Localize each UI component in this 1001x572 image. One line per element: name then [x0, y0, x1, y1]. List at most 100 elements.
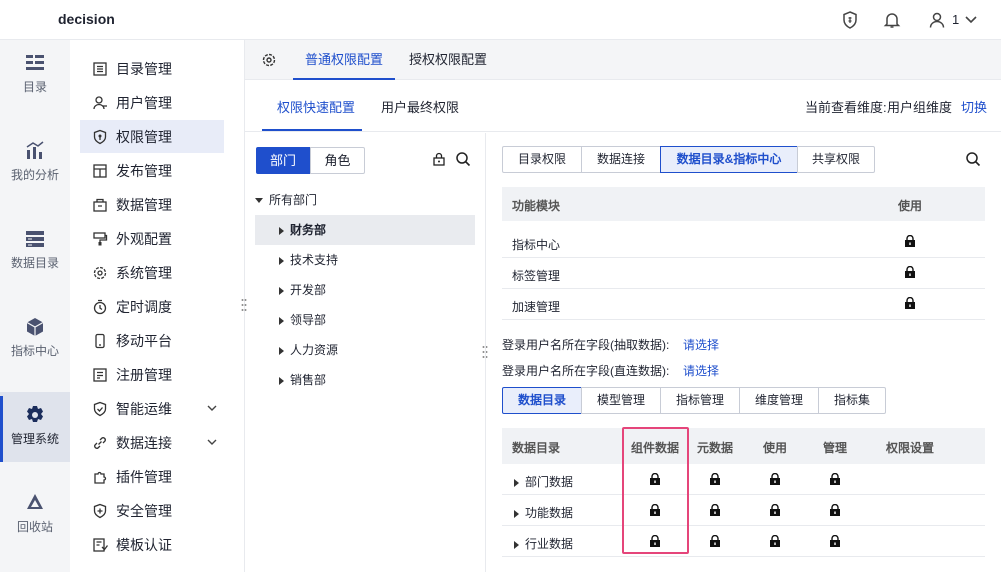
lock-icon[interactable]: [829, 473, 841, 485]
rail-label: 目录: [22, 80, 47, 94]
tree-item-leadership[interactable]: 领导部: [255, 305, 475, 335]
user-label[interactable]: 1: [952, 12, 959, 27]
rail-item-data-catalog[interactable]: 数据目录: [0, 216, 70, 286]
tree-label: 技术支持: [290, 253, 339, 267]
tree-label: 开发部: [290, 283, 327, 297]
tree-item-sales[interactable]: 销售部: [255, 365, 475, 395]
lock-icon[interactable]: [904, 266, 916, 278]
lock-icon[interactable]: [829, 535, 841, 547]
expand-row[interactable]: 部门数据: [514, 473, 573, 490]
menu-item-data[interactable]: 数据管理: [80, 188, 224, 221]
tree-root[interactable]: 所有部门: [255, 185, 475, 215]
tree-item-tech-support[interactable]: 技术支持: [255, 245, 475, 275]
chevron-down-icon[interactable]: [964, 14, 978, 26]
lock-icon[interactable]: [709, 473, 721, 485]
column-highlight-box: [622, 427, 689, 554]
rail-item-catalog[interactable]: 目录: [0, 40, 70, 110]
table-row: 指标中心: [502, 227, 985, 258]
gear-icon: [92, 265, 108, 281]
menu-item-label: 插件管理: [116, 468, 172, 485]
tab-authorization-permission[interactable]: 授权权限配置: [409, 40, 487, 80]
lock-icon[interactable]: [904, 297, 916, 309]
rail-label: 管理系统: [10, 432, 59, 446]
menu-item-template-cert[interactable]: 模板认证: [80, 528, 224, 561]
menu-item-label: 权限管理: [116, 128, 172, 145]
lock-icon[interactable]: [709, 504, 721, 516]
menu-item-register[interactable]: 注册管理: [80, 358, 224, 391]
tab-quick-config[interactable]: 权限快速配置: [277, 97, 355, 116]
rail-label: 回收站: [16, 520, 53, 534]
menu-item-schedule[interactable]: 定时调度: [80, 290, 224, 323]
tree-item-hr[interactable]: 人力资源: [255, 335, 475, 365]
tab-connection-permission[interactable]: 数据连接: [581, 146, 661, 173]
lock-icon[interactable]: [829, 504, 841, 516]
menu-item-catalog[interactable]: 目录管理: [80, 52, 224, 85]
menu-item-appearance[interactable]: 外观配置: [80, 222, 224, 255]
table-row[interactable]: 行业数据: [502, 526, 985, 557]
document-icon: [92, 61, 108, 77]
module-name: 加速管理: [512, 300, 561, 314]
shield-icon[interactable]: [840, 10, 860, 30]
subtab-dimension[interactable]: 维度管理: [739, 387, 819, 414]
gear-icon: [24, 404, 46, 426]
menu-item-security[interactable]: 安全管理: [80, 494, 224, 527]
rail-item-analysis[interactable]: 我的分析: [0, 128, 70, 198]
menu-item-label: 安全管理: [116, 502, 172, 519]
select-direct-field-link[interactable]: 请选择: [683, 362, 719, 379]
rail-active-indicator: [0, 396, 3, 462]
chevron-down-icon: [206, 436, 218, 448]
subtab-metric-set[interactable]: 指标集: [818, 387, 886, 414]
menu-item-ops[interactable]: 智能运维: [80, 392, 224, 425]
column-header: 数据目录: [512, 441, 561, 455]
expand-row[interactable]: 功能数据: [514, 504, 573, 521]
table-row[interactable]: 功能数据: [502, 495, 985, 526]
lock-icon[interactable]: [769, 473, 781, 485]
module-name: 标签管理: [512, 269, 561, 283]
expand-row[interactable]: 行业数据: [514, 535, 573, 552]
settings-icon[interactable]: [261, 52, 277, 68]
select-extract-field-link[interactable]: 请选择: [683, 336, 719, 353]
lock-icon[interactable]: [709, 535, 721, 547]
lock-icon[interactable]: [769, 504, 781, 516]
catalog-table-header: 数据目录 组件数据 元数据 使用 管理 权限设置: [502, 428, 985, 464]
box-icon: [92, 197, 108, 213]
tab-share-permission[interactable]: 共享权限: [797, 146, 875, 173]
search-icon[interactable]: [965, 151, 981, 167]
tab-data-catalog-metrics[interactable]: 数据目录&指标中心: [660, 146, 798, 173]
user-icon: [92, 95, 108, 111]
search-icon[interactable]: [455, 151, 471, 167]
subtab-model[interactable]: 模型管理: [581, 387, 661, 414]
rail-item-metrics[interactable]: 指标中心: [0, 304, 70, 374]
menu-item-label: 模板认证: [116, 536, 172, 553]
subtab-metric[interactable]: 指标管理: [660, 387, 740, 414]
menu-item-connections[interactable]: 数据连接: [80, 426, 224, 459]
column-header: 使用: [763, 441, 788, 455]
tree-item-finance[interactable]: 财务部: [255, 215, 475, 245]
rail-item-system[interactable]: 管理系统: [0, 392, 70, 462]
rail-label: 数据目录: [10, 256, 59, 270]
tab-catalog-permission[interactable]: 目录权限: [502, 146, 582, 173]
tab-normal-permission[interactable]: 普通权限配置: [293, 40, 395, 80]
rail-item-recycle[interactable]: 回收站: [0, 480, 70, 550]
table-row[interactable]: 部门数据: [502, 464, 985, 495]
menu-item-system[interactable]: 系统管理: [80, 256, 224, 289]
menu-item-mobile[interactable]: 移动平台: [80, 324, 224, 357]
user-icon[interactable]: [927, 10, 947, 30]
segment-role[interactable]: 角色: [310, 147, 365, 174]
tree-item-dev[interactable]: 开发部: [255, 275, 475, 305]
tab-final-permission[interactable]: 用户最终权限: [381, 97, 459, 116]
subtab-data-catalog[interactable]: 数据目录: [502, 387, 582, 414]
database-icon: [24, 228, 46, 250]
table-row: 标签管理: [502, 258, 985, 289]
login-field-direct-label: 登录用户名所在字段(直连数据):: [502, 364, 670, 378]
menu-item-permissions[interactable]: 权限管理: [80, 120, 224, 153]
switch-link[interactable]: 切换: [961, 97, 987, 116]
lock-icon[interactable]: [432, 152, 446, 166]
lock-icon[interactable]: [769, 535, 781, 547]
lock-icon[interactable]: [904, 235, 916, 247]
menu-item-plugins[interactable]: 插件管理: [80, 460, 224, 493]
bell-icon[interactable]: [882, 10, 902, 30]
segment-department[interactable]: 部门: [256, 147, 310, 174]
menu-item-publish[interactable]: 发布管理: [80, 154, 224, 187]
menu-item-users[interactable]: 用户管理: [80, 86, 224, 119]
